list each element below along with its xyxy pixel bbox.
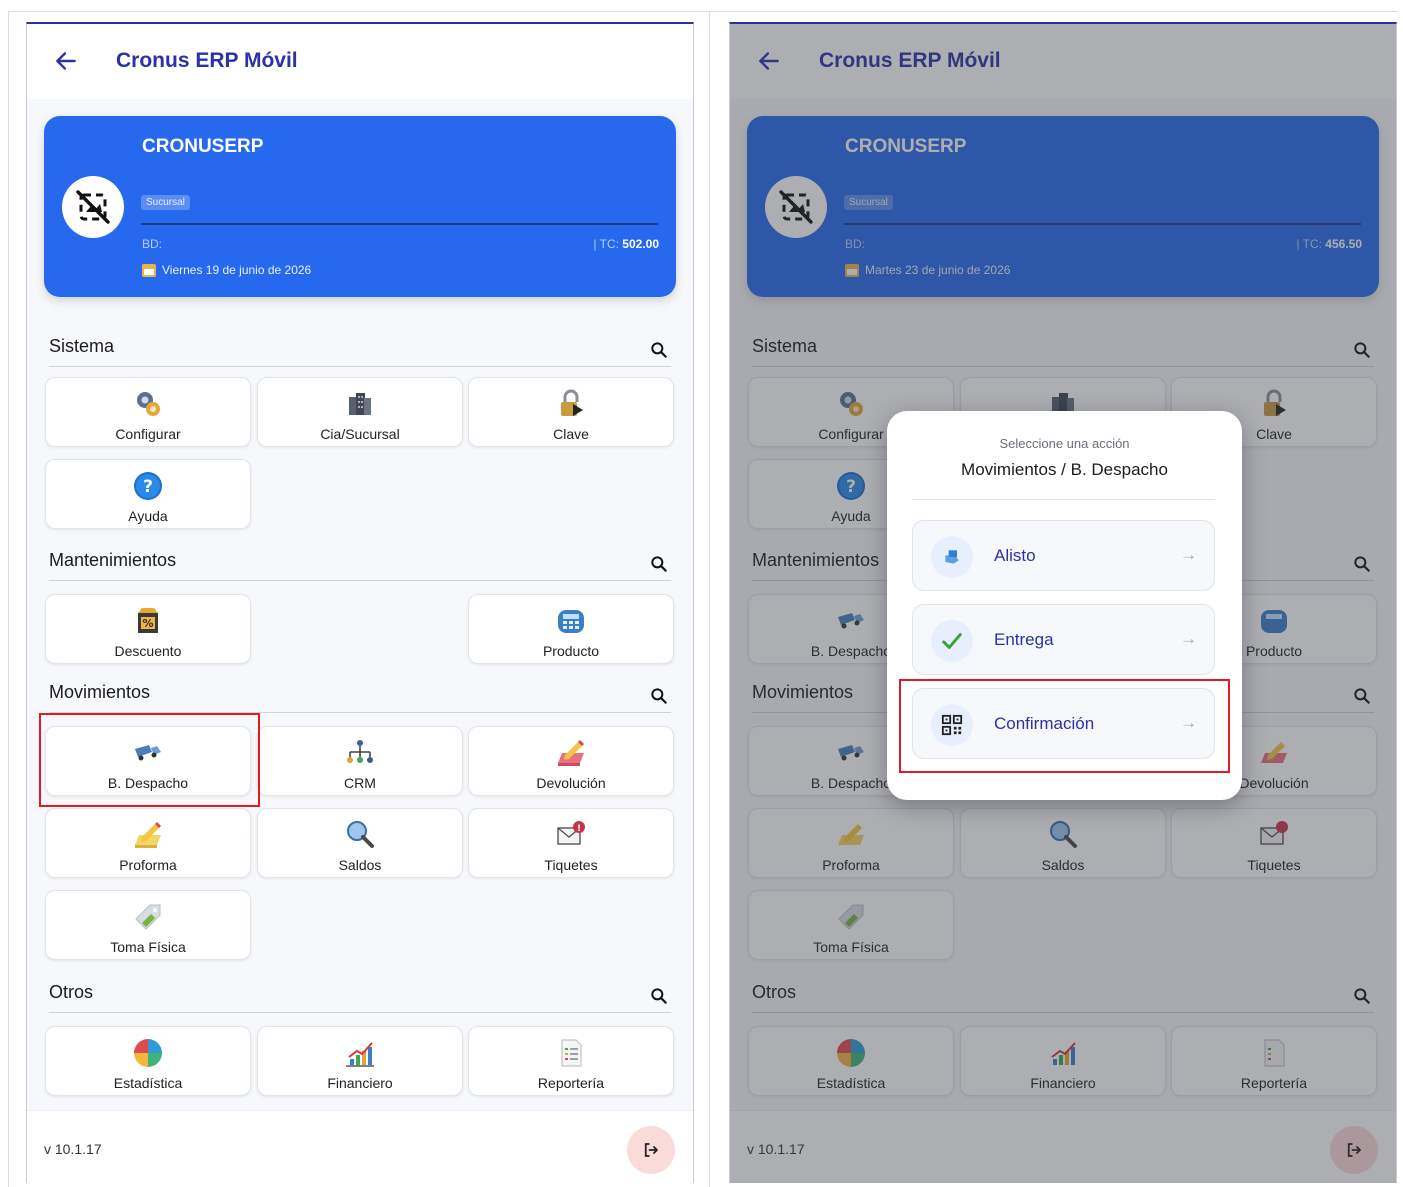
dialog-divider	[912, 499, 1215, 500]
tile-clave[interactable]: Clave	[468, 377, 674, 447]
gear-icon	[137, 392, 160, 416]
tile-financiero[interactable]: Financiero	[257, 1026, 463, 1096]
tile-label: Descuento	[114, 643, 182, 659]
action-alisto[interactable]: Alisto →	[912, 520, 1215, 591]
pie-chart-icon	[134, 1039, 162, 1067]
tile-saldos[interactable]: Saldos	[257, 808, 463, 878]
right-screen: Cronus ERP Móvil CRONUSERP Sucursal BD: …	[729, 22, 1397, 1183]
arrow-right-icon: →	[1180, 545, 1197, 564]
tile-toma-fisica[interactable]: Toma Física	[45, 890, 251, 960]
tile-label: Devolución	[536, 775, 606, 791]
action-entrega[interactable]: Entrega →	[912, 604, 1215, 675]
highlight-box	[39, 713, 260, 807]
footer-bar: v 10.1.17	[27, 1110, 693, 1183]
org-chart-icon	[347, 740, 373, 763]
logout-icon	[644, 1143, 658, 1157]
buildings-icon	[349, 393, 371, 415]
left-screen: Cronus ERP Móvil CRONUSERP Sucursal BD: …	[26, 22, 694, 1183]
section-title-sistema: Sistema	[49, 336, 115, 356]
section-title-otros: Otros	[49, 982, 94, 1002]
discount-tag-icon: %	[138, 608, 158, 633]
search-icon[interactable]	[649, 554, 669, 574]
bar-chart-up-icon	[346, 1042, 374, 1067]
svg-text:?: ?	[143, 477, 153, 497]
action-label: Alisto	[994, 546, 1036, 565]
tile-estadistica[interactable]: Estadística	[45, 1026, 251, 1096]
calendar-icon	[142, 263, 156, 277]
section-divider	[49, 366, 671, 367]
tile-label: Cia/Sucursal	[320, 426, 400, 442]
tile-descuento[interactable]: % Descuento	[45, 594, 251, 664]
tile-label: Reportería	[537, 1075, 605, 1091]
tile-label: Estadística	[113, 1075, 183, 1091]
tile-label: Producto	[542, 643, 600, 659]
mail-alert-icon: !	[557, 821, 585, 845]
app-bar: Cronus ERP Móvil	[27, 24, 693, 99]
no-image-avatar-icon	[62, 176, 124, 238]
search-icon[interactable]	[649, 340, 669, 360]
tile-label: Proforma	[119, 857, 177, 873]
lock-icon	[561, 389, 583, 416]
tile-label: Ayuda	[128, 508, 168, 524]
tile-crm[interactable]: CRM	[257, 726, 463, 796]
section-divider	[49, 1012, 671, 1013]
db-label: BD:	[142, 237, 163, 251]
company-card: CRONUSERP Sucursal BD: | TC: 502.00 Vier…	[44, 116, 676, 297]
card-divider	[141, 223, 658, 225]
search-icon[interactable]	[649, 686, 669, 706]
tile-label: Toma Física	[110, 939, 186, 955]
branch-badge: Sucursal	[141, 195, 190, 210]
app-version: v 10.1.17	[44, 1141, 102, 1157]
tc-value: 502.00	[622, 237, 659, 251]
tile-tiquetes[interactable]: ! Tiquetes	[468, 808, 674, 878]
tile-label: CRM	[344, 775, 376, 791]
report-document-icon	[561, 1039, 582, 1067]
tile-cia-sucursal[interactable]: Cia/Sucursal	[257, 377, 463, 447]
exchange-rate: | TC: 502.00	[593, 237, 659, 251]
dialog-subtitle: Seleccione una acción	[999, 436, 1130, 451]
tile-producto[interactable]: Producto	[468, 594, 674, 664]
tile-configurar[interactable]: Configurar	[45, 377, 251, 447]
section-divider	[49, 580, 671, 581]
company-name: CRONUSERP	[142, 136, 264, 157]
action-label: Entrega	[994, 630, 1054, 649]
tile-label: Tiquetes	[544, 857, 598, 873]
dialog-title: Movimientos / B. Despacho	[961, 460, 1168, 479]
current-date: Viernes 19 de junio de 2026	[142, 263, 311, 277]
logout-button[interactable]	[627, 1126, 675, 1174]
edit-document-icon	[558, 740, 584, 766]
tile-proforma[interactable]: Proforma	[45, 808, 251, 878]
tile-label: Clave	[553, 426, 589, 442]
svg-text:!: !	[577, 824, 581, 834]
back-arrow-icon[interactable]	[53, 48, 79, 74]
section-title-mantenimientos: Mantenimientos	[49, 550, 177, 570]
calculator-icon	[558, 610, 584, 633]
checkmark-icon	[931, 620, 973, 662]
tile-label: Configurar	[115, 426, 181, 442]
edit-document-icon	[135, 822, 161, 848]
tile-devolucion[interactable]: Devolución	[468, 726, 674, 796]
search-icon[interactable]	[649, 986, 669, 1006]
tag-icon	[135, 904, 161, 930]
arrow-right-icon: →	[1180, 629, 1197, 648]
highlight-box	[899, 679, 1230, 773]
tile-ayuda[interactable]: ? Ayuda	[45, 459, 251, 529]
svg-text:%: %	[142, 617, 153, 630]
magnifier-icon	[347, 821, 374, 848]
app-title: Cronus ERP Móvil	[116, 49, 298, 72]
section-title-movimientos: Movimientos	[49, 682, 151, 702]
tile-label: Financiero	[327, 1075, 393, 1091]
tile-reporteria[interactable]: Reportería	[468, 1026, 674, 1096]
tile-label: Saldos	[338, 857, 382, 873]
help-icon: ?	[134, 472, 162, 500]
alisto-icon	[931, 536, 973, 578]
tc-label: | TC:	[593, 237, 619, 251]
date-text: Viernes 19 de junio de 2026	[162, 263, 312, 277]
